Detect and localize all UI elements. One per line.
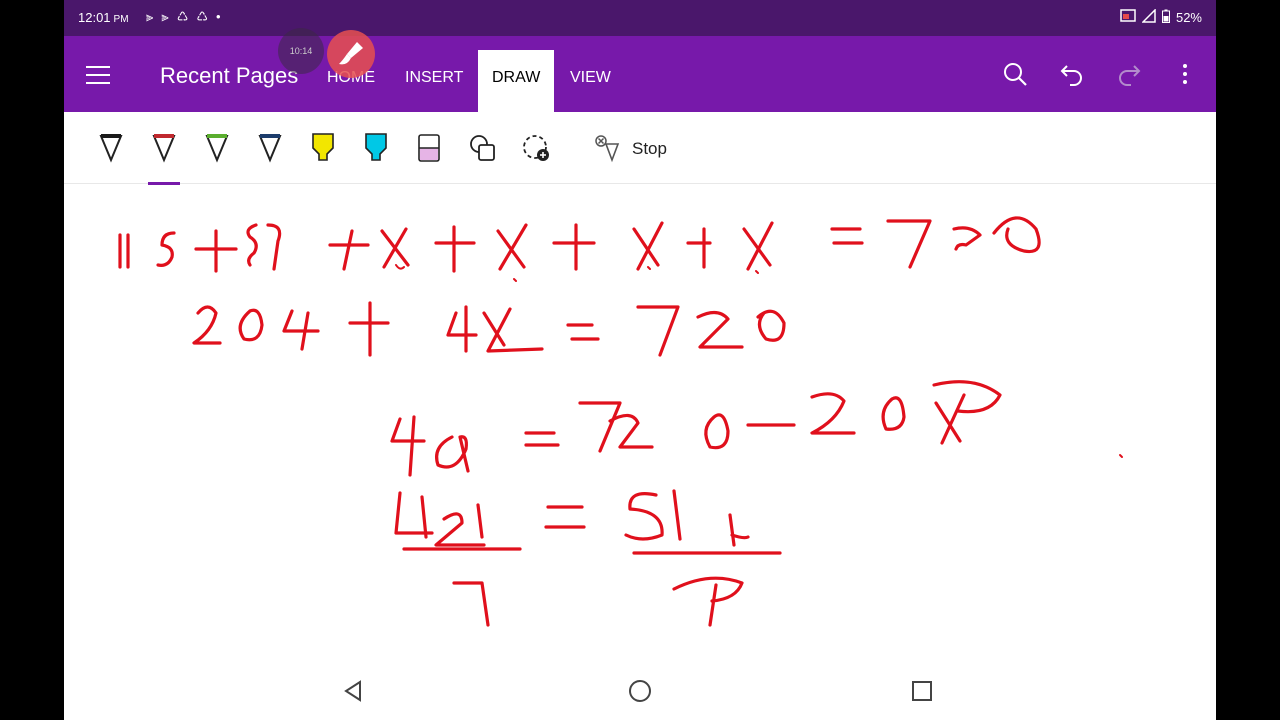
pen-black-tool[interactable]	[96, 132, 126, 166]
redo-icon[interactable]	[1116, 61, 1142, 87]
draw-toolbar: Stop	[64, 112, 1216, 185]
brush-overlay-button[interactable]	[327, 30, 375, 78]
tablet-screen: 12:01PM ⫸ ⫸ ♺ ♺ • 52% Recent Pages HOME …	[64, 0, 1216, 720]
recycle-icon: ♺	[176, 9, 189, 24]
signal-icon	[1141, 8, 1156, 26]
back-icon[interactable]	[340, 678, 366, 704]
home-icon[interactable]	[627, 678, 653, 704]
tab-insert[interactable]: INSERT	[391, 50, 477, 112]
stop-pen-icon	[595, 135, 620, 163]
ink-line-3	[390, 380, 1123, 477]
stop-button[interactable]: Stop	[594, 134, 667, 164]
search-icon[interactable]	[1002, 61, 1028, 87]
ink-layer	[118, 216, 1123, 627]
shapes-icon[interactable]	[468, 132, 498, 166]
pen-red-tool[interactable]	[149, 132, 179, 166]
tab-draw[interactable]: DRAW	[478, 50, 555, 112]
clock: 12:01 PM	[78, 10, 129, 25]
system-nav-bar	[64, 660, 1216, 720]
highlighter-cyan-tool[interactable]	[361, 132, 391, 166]
app-bar: Recent Pages HOME INSERT DRAW VIEW 10:14	[64, 28, 1216, 112]
recording-timer[interactable]: 10:14	[278, 28, 324, 74]
recents-icon[interactable]	[909, 678, 935, 704]
notification-icons: ⫸ ⫸ ♺ ♺ •	[146, 9, 221, 25]
app-title: Recent Pages	[160, 63, 299, 88]
highlighter-pink-tool[interactable]	[414, 132, 444, 166]
ink-line-2	[192, 301, 786, 357]
status-bar: 12:01 PM ⫸ ⫸ ♺ ♺ • 52%	[64, 0, 1216, 36]
ink-line-4	[394, 489, 782, 627]
notification-icon: ⫸	[146, 9, 154, 24]
cast-icon	[1120, 9, 1136, 26]
note-canvas[interactable]	[64, 185, 1216, 660]
recycle-icon: ♺	[196, 9, 208, 24]
battery-level: 52%	[1175, 10, 1202, 25]
tab-view[interactable]: VIEW	[556, 50, 625, 112]
lasso-select-icon[interactable]	[521, 132, 551, 166]
battery-icon	[1161, 9, 1170, 26]
system-icons: 52%	[1120, 8, 1202, 26]
notification-icon: ⫸	[161, 9, 169, 24]
more-icon[interactable]	[1172, 61, 1198, 87]
pen-green-tool[interactable]	[202, 132, 232, 166]
brush-icon	[339, 42, 363, 65]
pen-navy-tool[interactable]	[255, 132, 285, 166]
stop-label: Stop	[632, 139, 667, 158]
undo-icon[interactable]	[1059, 61, 1085, 87]
menu-icon[interactable]	[86, 66, 110, 84]
dot-icon: •	[216, 9, 221, 24]
ink-line-1	[118, 216, 1041, 282]
highlighter-yellow-tool[interactable]	[308, 132, 338, 166]
